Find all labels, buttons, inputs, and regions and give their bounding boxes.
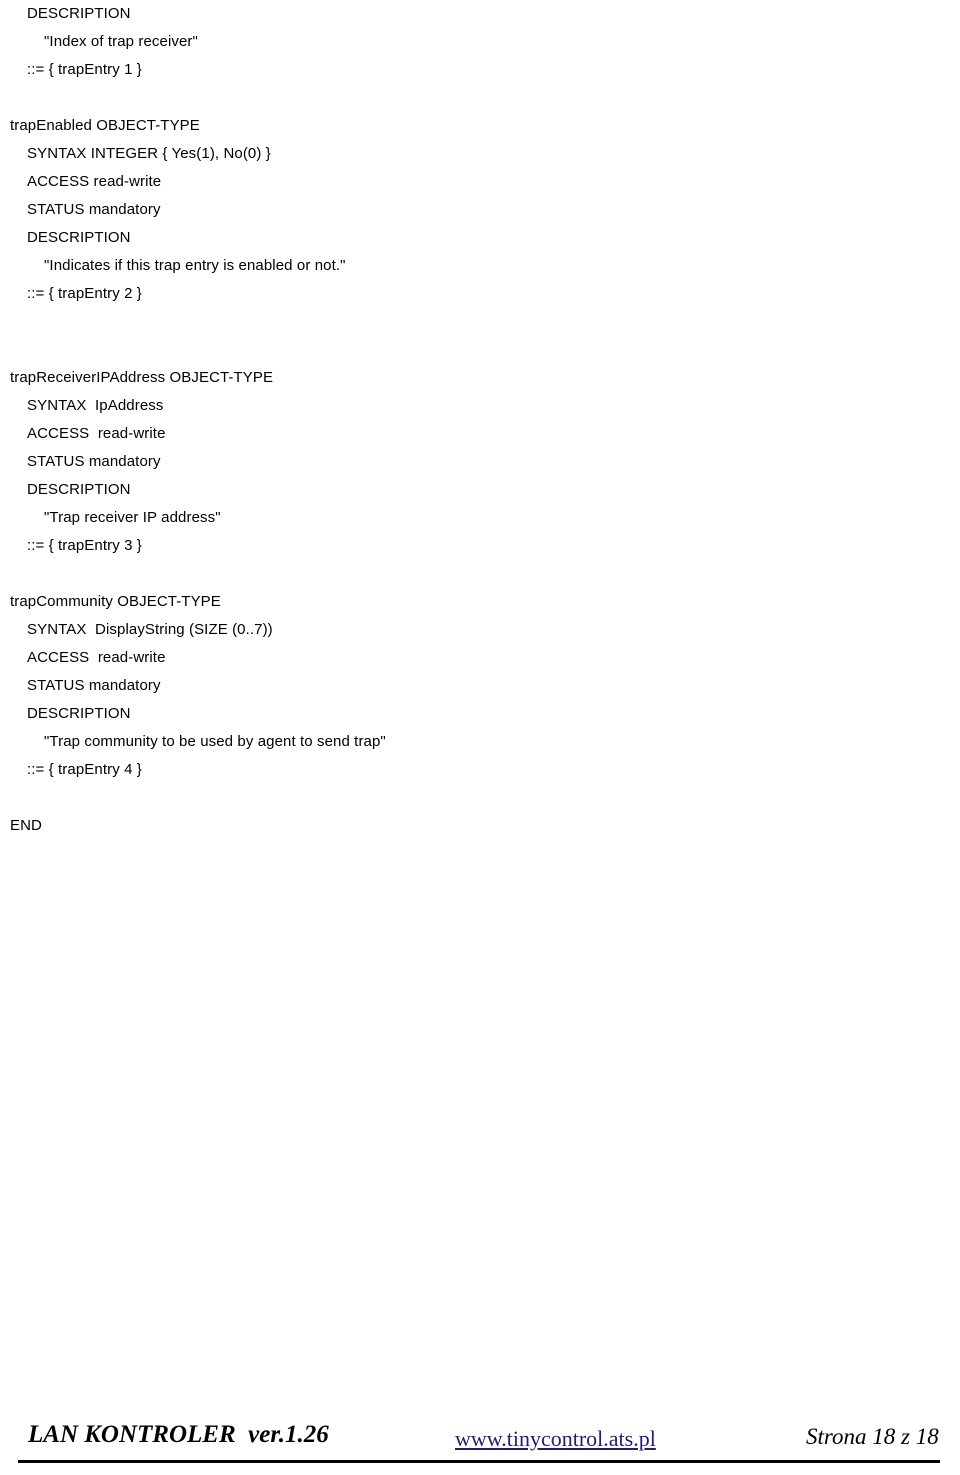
footer-divider: [18, 1460, 940, 1463]
footer-row: LAN KONTROLER ver.1.26 www.tinycontrol.a…: [0, 1415, 960, 1460]
mib-text-line: ::= { trapEntry 1 }: [27, 61, 142, 78]
mib-text-line: ACCESS read-write: [27, 425, 166, 442]
mib-text-line: "Trap community to be used by agent to s…: [44, 733, 386, 750]
mib-text-line: STATUS mandatory: [27, 677, 161, 694]
mib-text-line: ::= { trapEntry 3 }: [27, 537, 142, 554]
mib-text-line: SYNTAX INTEGER { Yes(1), No(0) }: [27, 145, 271, 162]
mib-text-line: ACCESS read-write: [27, 649, 166, 666]
mib-text-line: DESCRIPTION: [27, 481, 131, 498]
mib-text-line: SYNTAX IpAddress: [27, 397, 164, 414]
mib-text-line: END: [10, 817, 42, 834]
mib-text-line: ::= { trapEntry 4 }: [27, 761, 142, 778]
mib-text-line: trapReceiverIPAddress OBJECT-TYPE: [10, 369, 274, 386]
page-footer: LAN KONTROLER ver.1.26 www.tinycontrol.a…: [0, 1415, 960, 1475]
mib-text-line: STATUS mandatory: [27, 453, 161, 470]
footer-product-title: LAN KONTROLER ver.1.26: [28, 1421, 329, 1448]
footer-website-link[interactable]: www.tinycontrol.ats.pl: [455, 1426, 656, 1452]
mib-text-line: DESCRIPTION: [27, 229, 131, 246]
mib-text-line: "Trap receiver IP address": [44, 509, 221, 526]
document-body: DESCRIPTION "Index of trap receiver"::= {…: [0, 0, 960, 840]
mib-text-line: ACCESS read-write: [27, 173, 162, 190]
mib-text-line: trapCommunity OBJECT-TYPE: [10, 593, 221, 610]
mib-text-line: SYNTAX DisplayString (SIZE (0..7)): [27, 621, 273, 638]
footer-page-number: Strona 18 z 18: [806, 1424, 939, 1449]
mib-text-line: ::= { trapEntry 2 }: [27, 285, 142, 302]
mib-text-line: "Indicates if this trap entry is enabled…: [44, 257, 346, 274]
mib-text-line: DESCRIPTION: [27, 705, 131, 722]
mib-text-line: trapEnabled OBJECT-TYPE: [10, 117, 200, 134]
mib-text-line: DESCRIPTION: [27, 5, 131, 22]
mib-text-line: "Index of trap receiver": [44, 33, 198, 50]
mib-text-line: STATUS mandatory: [27, 201, 161, 218]
